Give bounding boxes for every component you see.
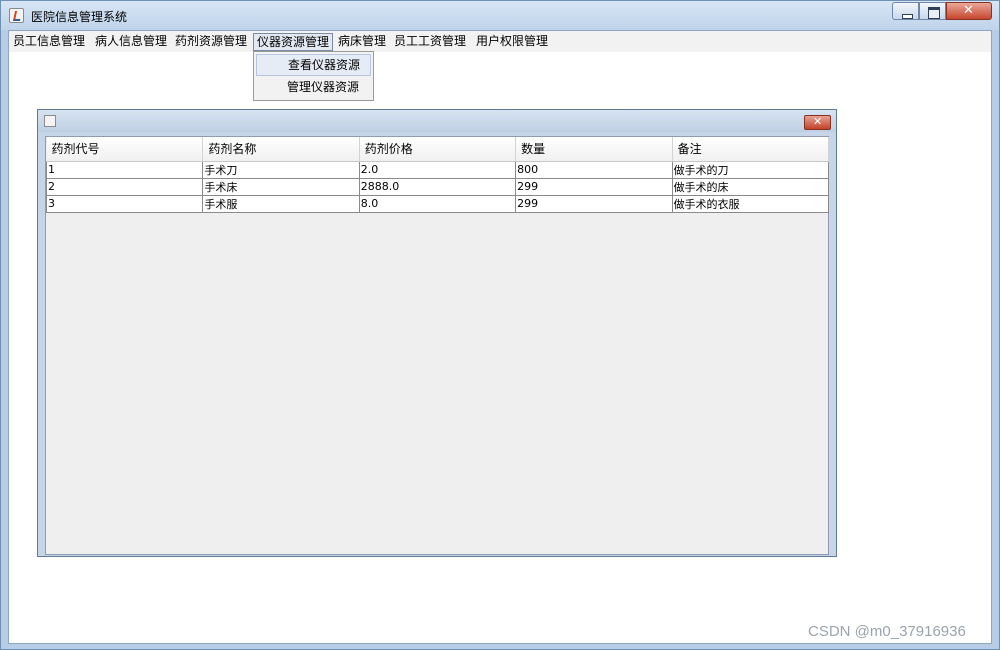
table-row[interactable]: 3 手术服 8.0 299 做手术的衣服 [45, 194, 830, 213]
cell-price[interactable]: 2.0 [358, 160, 517, 179]
cell-notes[interactable]: 做手术的衣服 [671, 194, 830, 213]
watermark: CSDN @m0_37916936 [808, 623, 966, 640]
cell-quantity[interactable]: 299 [515, 194, 673, 213]
maximize-button[interactable] [919, 2, 946, 20]
cell-name[interactable]: 手术服 [202, 194, 360, 213]
main-window: 医院信息管理系统 员工信息管理 病人信息管理 药剂资源管理 仪器资源管理 病床管… [0, 0, 1000, 650]
cell-notes[interactable]: 做手术的刀 [671, 160, 830, 179]
menu-instrument-resources[interactable]: 仪器资源管理 [253, 33, 334, 51]
menu-manage-instruments[interactable]: 管理仪器资源 [256, 77, 371, 99]
instrument-dropdown-menu: 查看仪器资源 管理仪器资源 [253, 51, 374, 101]
client-area: 员工信息管理 病人信息管理 药剂资源管理 仪器资源管理 病床管理 员工工资管理 … [8, 30, 992, 644]
cell-price[interactable]: 2888.0 [358, 177, 517, 196]
table-scroll-pane[interactable]: 药剂代号 药剂名称 药剂价格 数量 备注 1 手术刀 2.0 800 做手术的刀… [45, 136, 830, 555]
menu-patient-info[interactable]: 病人信息管理 [92, 33, 170, 51]
menu-salary-management[interactable]: 员工工资管理 [391, 33, 469, 51]
cell-code[interactable]: 1 [45, 160, 204, 179]
col-header-name[interactable]: 药剂名称 [202, 137, 360, 162]
java-app-icon [44, 115, 56, 127]
title-bar[interactable]: 医院信息管理系统 [1, 1, 999, 30]
cell-notes[interactable]: 做手术的床 [671, 177, 830, 196]
col-header-quantity[interactable]: 数量 [515, 137, 673, 162]
table-header-row: 药剂代号 药剂名称 药剂价格 数量 备注 [46, 137, 830, 162]
cell-quantity[interactable]: 800 [515, 160, 673, 179]
internal-frame-close-button[interactable] [804, 115, 831, 130]
menu-bar: 员工信息管理 病人信息管理 药剂资源管理 仪器资源管理 病床管理 员工工资管理 … [9, 31, 991, 52]
menu-employee-info[interactable]: 员工信息管理 [10, 33, 88, 51]
internal-frame: 药剂代号 药剂名称 药剂价格 数量 备注 1 手术刀 2.0 800 [37, 109, 837, 557]
cell-price[interactable]: 8.0 [358, 194, 517, 213]
col-header-price[interactable]: 药剂价格 [359, 137, 517, 162]
cell-name[interactable]: 手术床 [202, 177, 360, 196]
menu-user-permissions[interactable]: 用户权限管理 [473, 33, 551, 51]
table-row[interactable]: 1 手术刀 2.0 800 做手术的刀 [45, 160, 830, 179]
minimize-button[interactable] [892, 2, 919, 20]
cell-name[interactable]: 手术刀 [202, 160, 360, 179]
menu-medicine-resources[interactable]: 药剂资源管理 [172, 33, 250, 51]
menu-view-instruments[interactable]: 查看仪器资源 [256, 54, 371, 76]
cell-code[interactable]: 2 [45, 177, 204, 196]
table-row[interactable]: 2 手术床 2888.0 299 做手术的床 [45, 177, 830, 196]
internal-frame-titlebar[interactable] [38, 110, 836, 132]
col-header-code[interactable]: 药剂代号 [46, 137, 204, 162]
menu-bed-management[interactable]: 病床管理 [335, 33, 389, 51]
java-app-icon [9, 8, 24, 23]
cell-quantity[interactable]: 299 [515, 177, 673, 196]
col-header-notes[interactable]: 备注 [672, 137, 830, 162]
window-title: 医院信息管理系统 [31, 10, 128, 24]
close-button[interactable] [946, 2, 992, 20]
cell-code[interactable]: 3 [45, 194, 204, 213]
data-table: 药剂代号 药剂名称 药剂价格 数量 备注 1 手术刀 2.0 800 做手术的刀… [45, 137, 830, 213]
